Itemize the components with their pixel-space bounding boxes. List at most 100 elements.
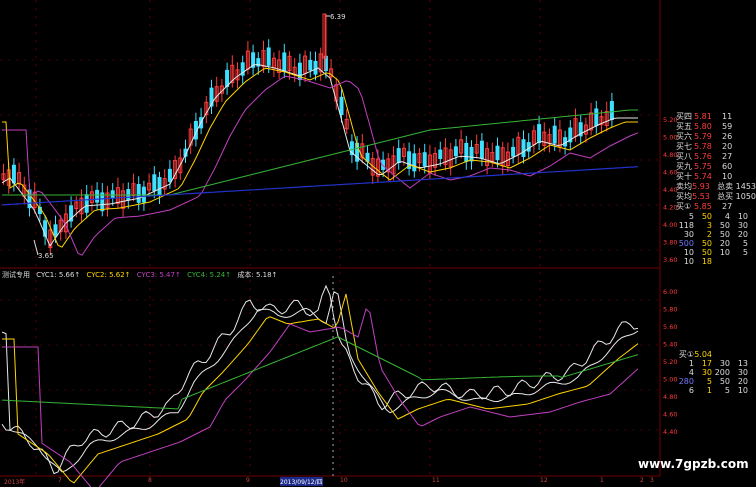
indicator-tick-label: 4.40: [663, 428, 677, 436]
depth-cell: 2: [748, 377, 756, 386]
depth-row: 302502030: [676, 230, 756, 239]
candle-body: [100, 192, 105, 212]
depth-cell: 50: [701, 212, 712, 221]
candle-body: [152, 174, 157, 192]
candle-body: [110, 190, 115, 198]
depth-cell: 5: [742, 248, 748, 257]
price-panel[interactable]: [1, 13, 639, 256]
date-tick-label: 7: [58, 477, 62, 484]
depth-cell: 1: [688, 359, 694, 368]
indicator-tick-label: 5.60: [663, 323, 677, 331]
date-tick-label: 2013/09/12/四: [280, 477, 323, 486]
cyc4-line: [1, 336, 639, 410]
depth-cell: 13: [737, 359, 748, 368]
quote-row: 买九 5.75 60: [676, 162, 733, 171]
candle-body: [95, 189, 100, 203]
depth-cell: [712, 350, 730, 359]
depth-cell: 2: [706, 230, 712, 239]
cyc-indicator-panel[interactable]: [1, 276, 639, 487]
cyc2-line: [2, 293, 639, 484]
low-marker: [33, 239, 39, 256]
depth-row: 615101: [676, 386, 756, 395]
indicator-tick-label: 4.60: [663, 411, 677, 419]
quote-row: 买四 5.81 11: [676, 112, 733, 121]
candle-body: [526, 142, 531, 152]
legend-cyc2: CYC2: 5.62↑: [86, 271, 131, 279]
stock-chart-canvas[interactable]: 6.393.655.205.004.804.604.404.204.003.80…: [0, 0, 756, 487]
depth-cell: 1: [748, 386, 756, 395]
legend-cyc1: CYC1: 5.66↑: [36, 271, 81, 279]
depth-row: 10 18: [676, 257, 756, 266]
depth-cell: 1: [748, 368, 756, 377]
depth-cell: 20: [737, 377, 748, 386]
depth-cell: 2: [748, 239, 756, 248]
legend-cyc4: CYC4: 5.24↑: [187, 271, 232, 279]
depth-cell: 4: [688, 368, 694, 377]
candle-body: [511, 146, 516, 157]
order-depth-table-2: 买①5.04117301313430200301280550202615101: [676, 350, 756, 395]
depth-cell: 3: [706, 221, 712, 230]
date-tick-label: 8: [148, 477, 152, 484]
depth-cell: 50: [701, 239, 712, 248]
depth-row: 1 17 30 1313: [676, 359, 756, 368]
depth-cell: 30: [737, 368, 748, 377]
candle-body: [396, 148, 401, 163]
candle-body: [266, 47, 271, 66]
depth-cell: 30: [701, 368, 712, 377]
depth-row: 500 50 20 52: [676, 239, 756, 248]
depth-cell: 1: [706, 386, 712, 395]
depth-cell: 10: [737, 212, 748, 221]
depth-cell: 50: [719, 221, 730, 230]
depth-cell: 5: [724, 386, 730, 395]
ma-magenta-line: [2, 75, 639, 256]
depth-cell: [712, 257, 730, 266]
candle-body: [453, 146, 458, 157]
indicator-tick-label: 6.00: [663, 288, 677, 296]
depth-cell: 280: [678, 377, 694, 386]
indicator-tick-label: 5.80: [663, 306, 677, 314]
candle-body: [438, 149, 443, 159]
depth-row: 5 50 4 101: [676, 212, 756, 221]
candle-body: [313, 60, 318, 75]
depth-cell: 50: [719, 230, 730, 239]
depth-cell: 10: [748, 221, 756, 230]
depth-cell: 118: [678, 221, 694, 230]
date-tick-label: 2013年: [4, 479, 26, 486]
depth-cell: 1: [748, 212, 756, 221]
candle-body: [552, 125, 557, 144]
watermark: www.7gpzb.com: [638, 457, 749, 471]
depth-cell: 500: [678, 239, 694, 248]
legend-title: 测试专用: [2, 271, 30, 279]
candle-body: [521, 139, 526, 157]
candle-body: [594, 108, 599, 127]
candle-body: [469, 146, 474, 162]
cost-line: [1, 291, 639, 473]
date-tick-label: 11: [432, 477, 440, 484]
order-depth-table: 5504101118350301030250203050050205210501…: [676, 212, 756, 266]
depth-row: 280 5 50 202: [676, 377, 756, 386]
quote-row: 卖均 5.93 总卖 1453: [676, 182, 756, 191]
candle-body: [11, 164, 16, 184]
candle-body: [157, 177, 162, 196]
candle-body: [225, 69, 230, 87]
date-tick-label: 2: [640, 477, 644, 484]
depth-cell: 17: [701, 359, 712, 368]
candle-body: [84, 194, 89, 213]
depth-cell: 30: [683, 230, 694, 239]
date-tick-label: 9: [246, 477, 250, 484]
depth-cell: 10: [737, 386, 748, 395]
depth-cell: 5.04: [694, 350, 712, 359]
depth-cell: 5: [688, 212, 694, 221]
candle-body: [53, 224, 58, 237]
quote-row: 买八 5.76 27: [676, 152, 733, 161]
candle-body: [537, 124, 542, 144]
quote-row: 买均 5.53 总买 1050: [676, 192, 756, 201]
candle-body: [308, 59, 313, 71]
date-tick-label: 10: [340, 477, 348, 484]
depth-cell: 20: [719, 239, 730, 248]
ma-white-line: [1, 64, 638, 248]
depth-cell: 6: [688, 386, 694, 395]
depth-cell: 2: [748, 248, 756, 257]
candle-body: [422, 152, 427, 167]
candle-body: [479, 140, 484, 159]
